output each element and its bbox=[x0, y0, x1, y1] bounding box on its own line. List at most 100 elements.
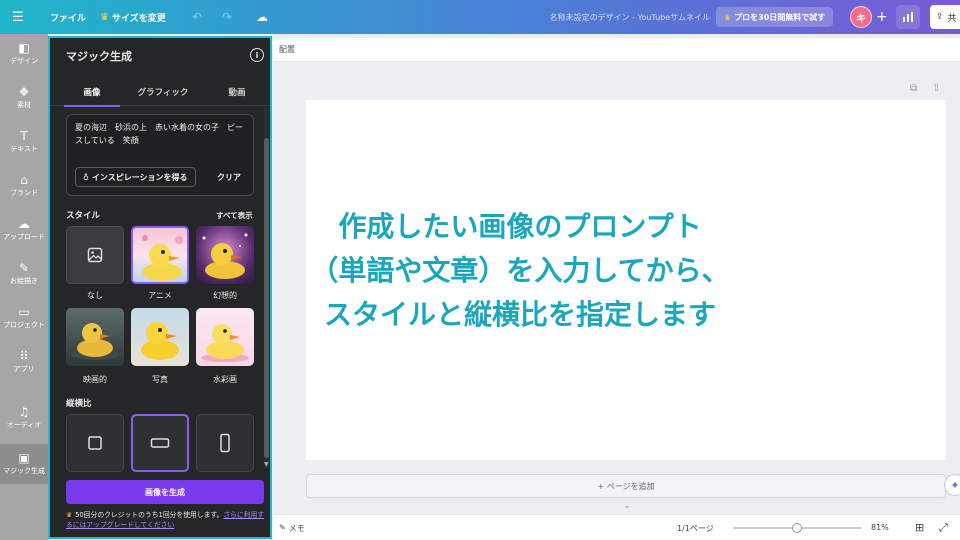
scroll-down-icon[interactable]: ▼ bbox=[264, 461, 269, 468]
style-tile-photo[interactable] bbox=[131, 308, 189, 366]
rail-item-label: アップロード bbox=[3, 233, 45, 241]
rail-item-label: テキスト bbox=[10, 145, 38, 153]
style-tile-anime[interactable] bbox=[131, 226, 189, 284]
style-label-none: なし bbox=[87, 291, 103, 300]
add-page-icon[interactable]: ⇧ bbox=[932, 83, 940, 94]
notes-button[interactable]: ✎ メモ bbox=[279, 523, 305, 534]
add-collaborator-icon[interactable]: + bbox=[876, 0, 888, 34]
instruction-line: スタイルと縦横比を指定します bbox=[323, 298, 716, 331]
rail-item-projects[interactable]: ▭ プロジェクト bbox=[0, 298, 48, 338]
style-label-anime: アニメ bbox=[148, 291, 172, 300]
duck-thumbnail-icon bbox=[141, 322, 179, 360]
duck-thumbnail-icon bbox=[201, 324, 249, 362]
redo-icon[interactable]: ↷ bbox=[222, 0, 232, 34]
scrollbar-thumb[interactable] bbox=[264, 138, 269, 458]
add-page-button[interactable]: + ページを追加 bbox=[306, 474, 946, 498]
pro-trial-label: プロを30日間無料で試す bbox=[734, 12, 826, 22]
prompt-input[interactable]: 夏の海辺 砂浜の上 赤い水着の女の子 ピースしている 笑顔 ♁ インスピレーショ… bbox=[66, 114, 254, 196]
ratio-square-button[interactable] bbox=[66, 414, 124, 472]
media-type-tabs: 画像 グラフィック 動画 bbox=[50, 78, 270, 107]
duck-thumbnail-icon bbox=[71, 323, 119, 360]
style-tile-none[interactable] bbox=[66, 226, 124, 284]
zoom-slider[interactable] bbox=[733, 523, 861, 533]
grid-view-icon[interactable]: ⊞ bbox=[915, 521, 924, 534]
instruction-line: （単語や文章）を入力してから、 bbox=[310, 254, 730, 287]
style-tile-watercolor[interactable] bbox=[196, 308, 254, 366]
insights-button[interactable] bbox=[896, 5, 920, 29]
style-heading: スタイル bbox=[66, 211, 101, 221]
tab-video[interactable]: 動画 bbox=[214, 78, 260, 106]
folder-icon: ▭ bbox=[18, 305, 30, 319]
ratio-landscape-button[interactable] bbox=[131, 414, 189, 472]
cloud-save-icon[interactable]: ☁ bbox=[256, 0, 268, 34]
rail-item-apps[interactable]: ⠿ アプリ bbox=[0, 342, 48, 382]
share-label: 共 bbox=[947, 13, 957, 24]
rail-item-magic-media[interactable]: ▣ マジック生成 bbox=[0, 444, 48, 484]
upload-icon: ⇪ bbox=[936, 12, 944, 22]
info-icon[interactable]: i bbox=[250, 48, 264, 62]
zoom-slider-knob[interactable] bbox=[792, 523, 802, 533]
style-tile-cinematic[interactable] bbox=[66, 308, 124, 366]
panel-scrollbar[interactable] bbox=[264, 108, 269, 468]
inspiration-button[interactable]: ♁ インスピレーションを得る bbox=[75, 167, 196, 187]
style-label-photo: 写真 bbox=[152, 375, 168, 384]
zoom-level[interactable]: 81% bbox=[871, 523, 889, 532]
duplicate-page-icon[interactable]: ⧉ bbox=[910, 83, 917, 94]
menu-icon[interactable]: ☰ bbox=[12, 0, 24, 34]
ratio-portrait-button[interactable] bbox=[196, 414, 254, 472]
pro-trial-button[interactable]: ♛ プロを30日間無料で試す bbox=[716, 7, 834, 27]
square-ratio-icon bbox=[88, 436, 102, 450]
notes-label: メモ bbox=[288, 524, 305, 533]
rail-item-label: ブランド bbox=[10, 189, 38, 197]
document-title[interactable]: 名称未設定のデザイン - YouTubeサムネイル bbox=[520, 0, 710, 34]
page-indicator[interactable]: 1/1ページ bbox=[677, 523, 714, 534]
music-note-icon: ♫ bbox=[18, 405, 30, 419]
rail-item-brand[interactable]: ⌂ ブランド bbox=[0, 166, 48, 206]
rail-item-label: デザイン bbox=[10, 57, 38, 65]
canvas-toolbar: 配置 bbox=[273, 38, 960, 62]
elements-icon: ❖ bbox=[18, 85, 30, 99]
generate-image-button[interactable]: 画像を生成 bbox=[66, 480, 264, 504]
magic-sparkle-icon[interactable]: ✦ bbox=[944, 474, 960, 496]
rail-item-design[interactable]: ◧ デザイン bbox=[0, 34, 48, 74]
duck-thumbnail-icon bbox=[142, 235, 183, 281]
style-label-watercolor: 水彩画 bbox=[213, 375, 237, 384]
rail-item-label: マジック生成 bbox=[3, 467, 45, 475]
file-menu-button[interactable]: ファイル bbox=[50, 0, 86, 34]
magic-media-panel: マジック生成 i 画像 グラフィック 動画 ▲ ▼ 夏の海辺 砂浜の上 赤い水着… bbox=[48, 36, 272, 539]
rail-item-elements[interactable]: ❖ 素材 bbox=[0, 78, 48, 118]
design-icon: ◧ bbox=[18, 41, 30, 55]
credit-text: 50回分のクレジットのうち1回分を使用します。 bbox=[75, 511, 224, 519]
landscape-ratio-icon bbox=[150, 438, 170, 448]
rail-item-text[interactable]: T テキスト bbox=[0, 122, 48, 162]
tab-image[interactable]: 画像 bbox=[64, 78, 120, 107]
inspiration-label: インスピレーションを得る bbox=[91, 172, 188, 182]
text-icon: T bbox=[20, 129, 28, 143]
style-tile-fantasy[interactable] bbox=[196, 226, 254, 284]
resize-label: サイズを変更 bbox=[111, 13, 166, 24]
position-button[interactable]: 配置 bbox=[279, 44, 295, 55]
fullscreen-icon[interactable]: ⤢ bbox=[939, 521, 948, 535]
magic-image-icon: ▣ bbox=[18, 451, 30, 465]
lightbulb-icon: ♁ bbox=[83, 172, 89, 182]
aspect-ratio-heading: 縦横比 bbox=[66, 399, 92, 409]
crown-icon: ♛ bbox=[66, 511, 73, 519]
tab-graphic[interactable]: グラフィック bbox=[130, 78, 196, 106]
instruction-overlay: 作成したい画像のプロンプト （単語や文章）を入力してから、 スタイルと縦横比を指… bbox=[280, 205, 760, 337]
rail-item-audio[interactable]: ♫ オーディオ bbox=[0, 398, 48, 438]
resize-button[interactable]: ♛ サイズを変更 bbox=[100, 0, 166, 34]
rail-item-draw[interactable]: ✎ お絵描き bbox=[0, 254, 48, 294]
prompt-text[interactable]: 夏の海辺 砂浜の上 赤い水着の女の子 ピースしている 笑顔 bbox=[75, 121, 247, 147]
style-label-cinematic: 映画的 bbox=[83, 375, 107, 384]
share-button[interactable]: ⇪ 共 bbox=[930, 5, 960, 29]
duck-thumbnail-icon bbox=[202, 233, 248, 279]
rail-item-uploads[interactable]: ☁ アップロード bbox=[0, 210, 48, 250]
avatar[interactable]: キ bbox=[850, 6, 872, 28]
clear-button[interactable]: クリア bbox=[213, 167, 245, 187]
see-all-link[interactable]: すべて表示 bbox=[216, 210, 253, 221]
left-rail: ◧ デザイン ❖ 素材 T テキスト ⌂ ブランド ☁ アップロード ✎ お絵描… bbox=[0, 34, 48, 540]
rail-item-label: お絵描き bbox=[10, 277, 38, 285]
credit-notice: ♛ 50回分のクレジットのうち1回分を使用します。さらに利用するにはアップグレード… bbox=[66, 510, 266, 530]
top-bar: ☰ ファイル ♛ サイズを変更 ↶ ↷ ☁ 名称未設定のデザイン - YouTu… bbox=[0, 0, 960, 34]
undo-icon[interactable]: ↶ bbox=[192, 0, 202, 34]
